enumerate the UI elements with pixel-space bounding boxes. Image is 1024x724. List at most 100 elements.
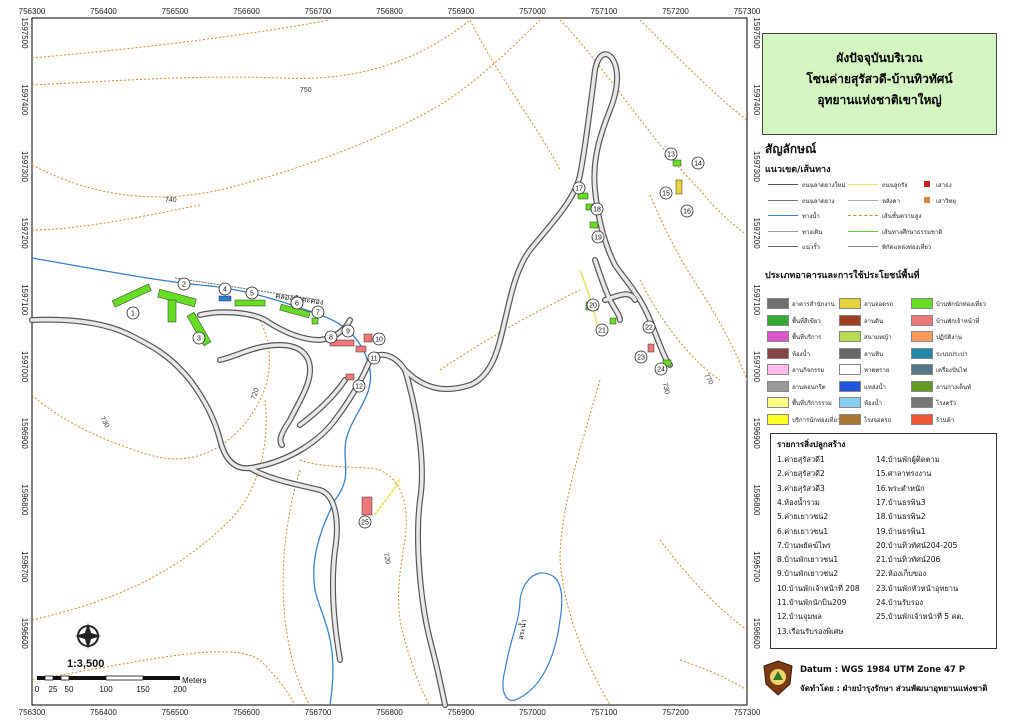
x-grid-labels-top: 756300 756400 756500 756600 756700 756800 7569…: [19, 7, 761, 16]
building-list-item: 7.บ้านพยัคฆ์ไพร: [777, 540, 831, 550]
legend-line-symbol: [768, 230, 798, 232]
legend-swatch: [767, 298, 789, 309]
x-grid-label: 757100: [591, 708, 618, 717]
legend-line-label: ทางน้ำ: [802, 213, 820, 220]
building-list-item: 3.ค่ายสุรัสวดี3: [777, 483, 825, 493]
legend-line-symbol: [848, 230, 878, 232]
building-list-item: 21.บ้านทิวทัศน์206: [876, 555, 941, 565]
x-grid-label: 756300: [19, 7, 46, 16]
svg-text:9: 9: [346, 329, 350, 336]
marker-8[interactable]: 8: [324, 330, 338, 344]
y-grid-label: 1597300: [20, 151, 29, 183]
scale-tick: 200: [173, 685, 187, 694]
svg-text:12: 12: [355, 384, 363, 391]
legend-swatch: [767, 397, 789, 408]
building-list-item: 11.บ้านพักนักบิน209: [777, 598, 847, 607]
building-list-item: 5.ค่ายเยาวชน2: [777, 512, 829, 522]
marker-1[interactable]: 1: [126, 306, 140, 320]
x-grid-label: 756400: [90, 7, 117, 16]
map-title-line2: โซนค่ายสุรัสวดี-บ้านทิวทัศน์: [806, 72, 953, 86]
building-15[interactable]: [675, 179, 683, 195]
legend-swatch-label: ลานหิน: [864, 350, 884, 358]
svg-text:8: 8: [329, 335, 333, 342]
legend-swatch-label: บ้านพักเจ้าหน้าที่: [936, 317, 980, 325]
legend-line-label: ทางเดิน: [802, 228, 823, 236]
marker-20[interactable]: 20: [586, 298, 600, 312]
legend-line-label: ถนนลูกรัง: [882, 182, 908, 189]
marker-7[interactable]: 7: [311, 305, 325, 319]
building-21[interactable]: [609, 317, 617, 325]
svg-text:22: 22: [645, 325, 653, 332]
marker-17[interactable]: 17: [572, 181, 586, 195]
building-list-item: 13.เรือนรับรองพิเศษ: [777, 626, 844, 636]
legend-heading: สัญลักษณ์: [765, 142, 817, 156]
x-grid-label: 756700: [305, 708, 332, 717]
y-grid-label: 1597400: [752, 84, 761, 116]
building-list-item: 10.บ้านพักเจ้าหน้าที่ 208: [777, 583, 860, 593]
svg-text:20: 20: [589, 303, 597, 310]
marker-19[interactable]: 19: [591, 230, 605, 244]
legend-swatch: [767, 331, 789, 342]
legend-swatch-label: ร้านค้า: [936, 416, 955, 424]
legend-swatch: [767, 314, 789, 326]
marker-10[interactable]: 10: [372, 332, 386, 346]
svg-text:24: 24: [657, 367, 665, 374]
y-grid-label: 1596700: [752, 551, 761, 583]
svg-text:4: 4: [223, 287, 227, 294]
building-19[interactable]: [589, 221, 599, 229]
marker-22[interactable]: 22: [642, 320, 656, 334]
y-grid-label: 1596800: [20, 484, 29, 516]
marker-14[interactable]: 14: [691, 156, 705, 170]
building-9[interactable]: [355, 345, 367, 353]
building-list-item: 19.บ้านธรพิน1: [876, 526, 926, 536]
marker-24[interactable]: 24: [654, 362, 668, 376]
marker-6[interactable]: 6: [290, 296, 304, 310]
legend-swatch: [767, 364, 789, 375]
legend-line-symbol: [848, 215, 878, 216]
legend-swatch: [839, 331, 861, 342]
marker-4[interactable]: 4: [218, 282, 232, 296]
building-2b[interactable]: [167, 299, 177, 323]
marker-3[interactable]: 3: [192, 331, 206, 345]
scale-tick: 50: [65, 685, 74, 694]
building-25[interactable]: [361, 496, 373, 516]
legend-line-symbol: [768, 215, 798, 216]
marker-5[interactable]: 5: [245, 286, 259, 300]
legend-swatch: [767, 380, 789, 392]
marker-15[interactable]: 15: [659, 186, 673, 200]
marker-21[interactable]: 21: [595, 323, 609, 337]
building-12[interactable]: [345, 373, 355, 381]
marker-23[interactable]: 23: [634, 350, 648, 364]
y-grid-label: 1597300: [752, 151, 761, 183]
legend-swatch-label: พื้นที่สีเขียว: [792, 317, 821, 325]
building-5[interactable]: [234, 299, 266, 307]
building-list-item: 25.บ้านพักเจ้าหน้าที่ 5 คต.: [876, 612, 964, 622]
legend-swatch-label: พื้นที่บริการ: [792, 334, 822, 341]
marker-12[interactable]: 12: [352, 379, 366, 393]
legend-swatch-label: บริการนักท่องเที่ยว: [792, 416, 841, 424]
building-23[interactable]: [647, 343, 655, 353]
legend-line-symbol: [924, 196, 930, 203]
building-7[interactable]: [311, 317, 319, 325]
marker-18[interactable]: 18: [590, 202, 604, 216]
marker-2[interactable]: 2: [177, 277, 191, 291]
marker-25[interactable]: 25: [358, 515, 372, 529]
x-grid-label: 756500: [162, 7, 189, 16]
y-grid-label: 1597000: [752, 351, 761, 383]
legend-line-label: ถนนลาดยางใหม่: [802, 182, 846, 189]
y-grid-label: 1597500: [20, 17, 29, 49]
legend-swatch-label: ลานคอนกรีต: [792, 383, 826, 391]
marker-13[interactable]: 13: [664, 147, 678, 161]
svg-text:6: 6: [295, 301, 299, 308]
contour-label: 740: [165, 197, 177, 204]
x-grid-label: 756500: [162, 708, 189, 717]
marker-9[interactable]: 9: [341, 324, 355, 338]
building-14[interactable]: [672, 159, 682, 167]
building-4[interactable]: [218, 295, 232, 302]
legend-swatch-label: แหล่งน้ำ: [864, 383, 886, 391]
legend-swatch: [839, 347, 861, 359]
marker-16[interactable]: 16: [680, 204, 694, 218]
building-10[interactable]: [363, 333, 373, 343]
marker-11[interactable]: 11: [367, 351, 381, 365]
legend-swatch-label: ห้องน้ำ: [864, 400, 882, 407]
